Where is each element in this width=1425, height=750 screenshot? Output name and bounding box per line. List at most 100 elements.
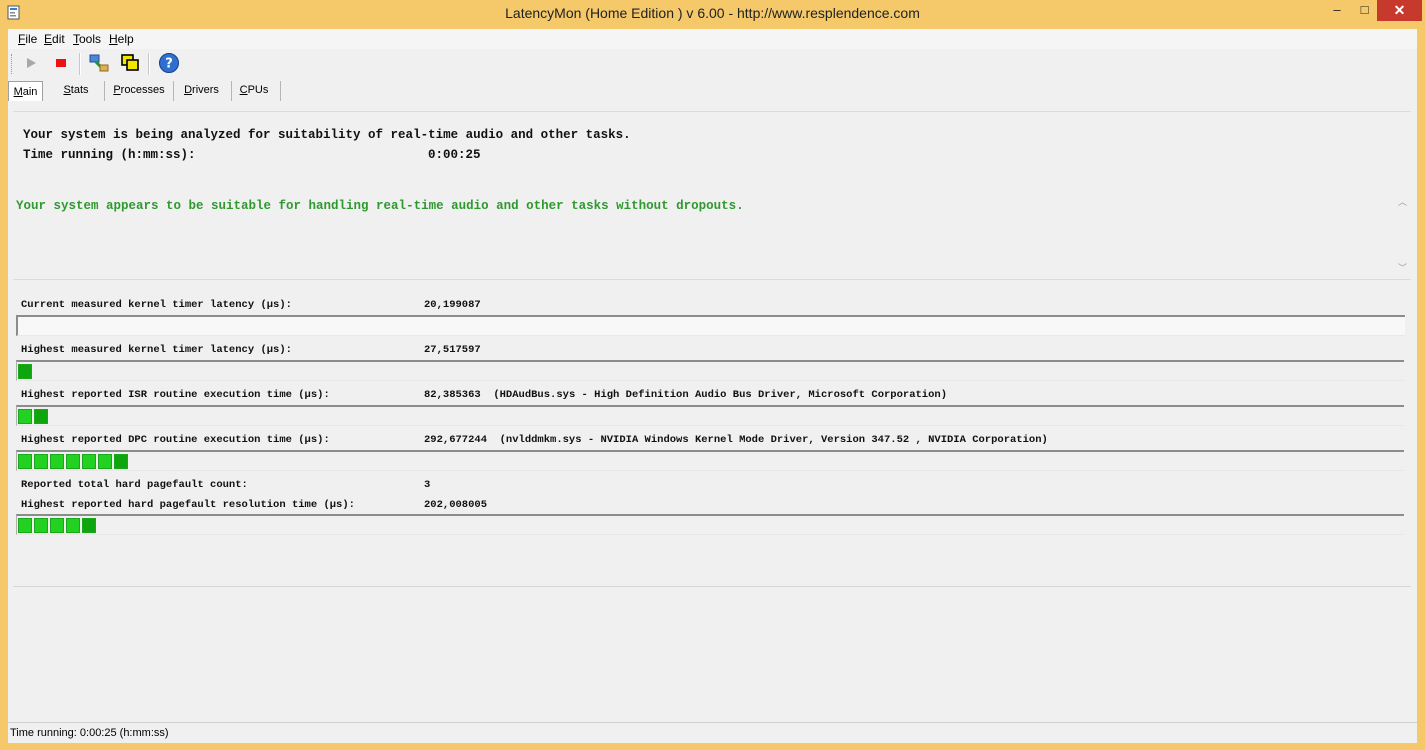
time-running-value: 0:00:25: [428, 148, 481, 162]
metric-value: 292,677244 (nvlddmkm.sys - NVIDIA Window…: [424, 434, 1048, 446]
tab-cpus-rest: PUs: [247, 84, 269, 96]
menu-help[interactable]: Help: [109, 32, 134, 46]
bar-segment: [34, 518, 48, 533]
window-title: LatencyMon (Home Edition ) v 6.00 - http…: [505, 5, 920, 21]
help-icon[interactable]: ?: [158, 52, 180, 74]
tab-drivers[interactable]: Drivers: [177, 80, 226, 100]
tab-separator: [104, 81, 105, 101]
scroll-up-icon[interactable]: ︿: [1394, 196, 1411, 210]
metric-label: Highest reported ISR routine execution t…: [21, 389, 330, 401]
metric-label: Current measured kernel timer latency (µ…: [21, 299, 292, 311]
play-icon[interactable]: [20, 52, 42, 74]
process-tree-icon[interactable]: [88, 52, 110, 74]
metric-value-number: 82,385363: [424, 389, 481, 401]
latencymon-window: LatencyMon (Home Edition ) v 6.00 - http…: [0, 0, 1425, 750]
stop-icon[interactable]: [50, 52, 72, 74]
tab-processes-mnemonic: P: [113, 84, 121, 96]
menu-edit[interactable]: Edit: [44, 32, 65, 46]
scroll-down-icon[interactable]: ﹀: [1394, 262, 1411, 276]
verdict-scrollbar[interactable]: ︿ ﹀: [1394, 196, 1411, 278]
client-area: File Edit Tools Help ? Main Stats Proces…: [8, 29, 1417, 743]
tab-separator: [280, 81, 281, 101]
menu-file-rest: ile: [25, 32, 38, 46]
bar-segment: [82, 518, 96, 533]
svg-text:?: ?: [165, 57, 173, 72]
verdict-text: Your system appears to be suitable for h…: [16, 199, 744, 213]
menu-edit-mnemonic: E: [44, 32, 53, 46]
tab-cpus[interactable]: CPUs: [234, 80, 274, 100]
metric-bar: [16, 514, 1404, 535]
menu-bar: File Edit Tools Help: [8, 29, 1417, 49]
bar-segment: [50, 518, 64, 533]
menu-help-mnemonic: H: [109, 32, 118, 46]
toolbar-grip[interactable]: [11, 54, 14, 74]
tab-main[interactable]: Main: [8, 81, 43, 101]
maximize-button[interactable]: □: [1352, 0, 1377, 21]
menu-help-rest: elp: [117, 32, 134, 46]
metric-value: 202,008005: [424, 499, 488, 511]
metric-value: 20,199087: [424, 299, 481, 311]
menu-edit-rest: dit: [52, 32, 65, 46]
close-button[interactable]: ✕: [1377, 0, 1422, 21]
bar-segment: [18, 518, 32, 533]
windows-icon[interactable]: [119, 52, 141, 74]
tab-processes[interactable]: Processes: [108, 80, 170, 100]
tab-stats[interactable]: Stats: [56, 80, 96, 100]
title-bar[interactable]: LatencyMon (Home Edition ) v 6.00 - http…: [0, 0, 1425, 28]
bar-segment: [82, 454, 96, 469]
metric-value: 3: [424, 479, 431, 491]
tab-strip: Main Stats Processes Drivers CPUs: [8, 80, 1417, 102]
metric-value: 27,517597: [424, 344, 481, 356]
menu-tools-rest: ools: [79, 32, 102, 46]
toolbar-separator: [79, 53, 81, 75]
metric-label: Reported total hard pagefault count:: [21, 479, 248, 491]
metric-value-number: 292,677244: [424, 434, 488, 446]
bar-segment: [50, 454, 64, 469]
menu-file[interactable]: File: [18, 32, 37, 46]
metric-detail: (HDAudBus.sys - High Definition Audio Bu…: [493, 389, 948, 401]
tab-drivers-mnemonic: D: [184, 84, 193, 96]
verdict-panel: Your system appears to be suitable for h…: [13, 180, 1411, 280]
analysis-text: Your system is being analyzed for suitab…: [23, 128, 631, 142]
tab-separator: [173, 81, 174, 101]
metric-bar: [16, 360, 1404, 381]
bar-segment: [34, 409, 48, 424]
metric-bar-fill: [18, 518, 98, 533]
menu-tools[interactable]: Tools: [73, 32, 101, 46]
metric-bar-fill: [18, 454, 130, 469]
bar-segment: [34, 454, 48, 469]
tab-stats-mnemonic: S: [63, 84, 71, 96]
bar-segment: [98, 454, 112, 469]
bar-segment: [66, 454, 80, 469]
metric-detail: (nvlddmkm.sys - NVIDIA Windows Kernel Mo…: [499, 434, 1048, 446]
metric-label: Highest reported hard pagefault resoluti…: [21, 499, 355, 511]
status-bar-text: Time running: 0:00:25 (h:mm:ss): [10, 727, 169, 739]
tab-main-mnemonic: M: [13, 86, 23, 98]
tab-separator: [231, 81, 232, 101]
toolbar-separator: [148, 53, 150, 75]
tab-cpus-mnemonic: C: [239, 84, 248, 96]
status-bar: Time running: 0:00:25 (h:mm:ss): [8, 722, 1417, 743]
minimize-button[interactable]: –: [1322, 0, 1352, 21]
bar-segment: [18, 364, 32, 379]
metric-bar: [16, 450, 1404, 471]
metric-value: 82,385363 (HDAudBus.sys - High Definitio…: [424, 389, 947, 401]
metric-bar: [16, 315, 1405, 336]
metric-bar: [16, 405, 1404, 426]
tab-drivers-rest: rivers: [192, 84, 219, 96]
time-running-label: Time running (h:mm:ss):: [23, 148, 196, 162]
metrics-panel: Current measured kernel timer latency (µ…: [13, 280, 1411, 587]
metric-bar-fill: [18, 409, 50, 424]
metric-label: Highest reported DPC routine execution t…: [21, 434, 330, 446]
analysis-status-panel: Your system is being analyzed for suitab…: [13, 111, 1411, 181]
bar-segment: [18, 454, 32, 469]
tab-main-rest: ain: [22, 86, 38, 98]
tab-stats-rest: tats: [70, 84, 89, 96]
bar-segment: [66, 518, 80, 533]
metric-label: Highest measured kernel timer latency (µ…: [21, 344, 292, 356]
bar-segment: [18, 409, 32, 424]
tab-processes-rest: rocesses: [120, 84, 165, 96]
bar-segment: [114, 454, 128, 469]
metric-bar-fill: [18, 364, 34, 379]
toolbar: ?: [8, 50, 1417, 78]
